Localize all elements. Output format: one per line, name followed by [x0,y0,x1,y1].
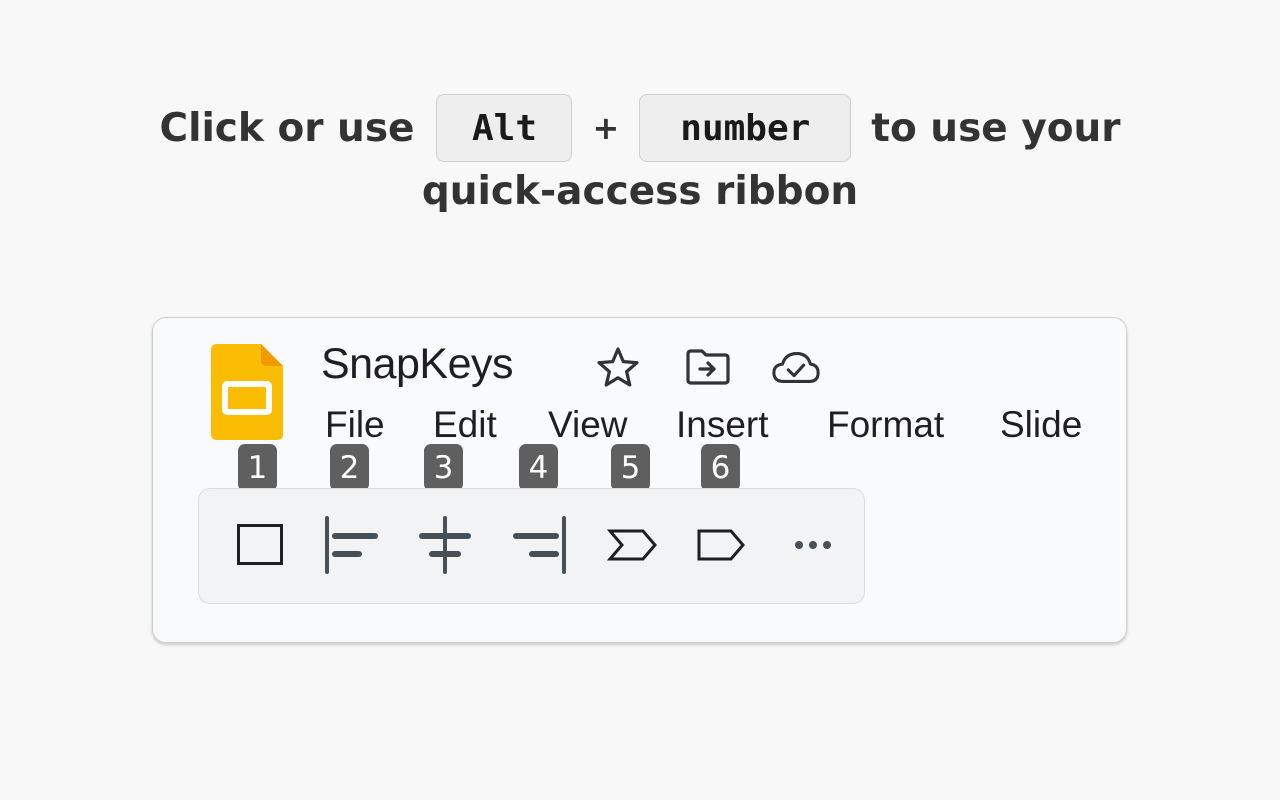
slides-window-preview: SnapKeys File Edit View Insert Format Sl… [152,317,1127,643]
alt-key: Alt [436,94,573,162]
menu-format[interactable]: Format [827,404,944,446]
cloud-saved-icon[interactable] [771,345,821,389]
shortcut-badge: 5 [611,444,650,491]
headline-line-2: quick-access ribbon [421,169,859,214]
rectangle-shape-icon [237,524,283,565]
align-center-button[interactable] [407,507,483,583]
align-right-button[interactable] [503,507,579,583]
more-options-button[interactable] [775,507,851,583]
menu-insert[interactable]: Insert [676,404,769,446]
star-icon[interactable] [593,345,643,389]
headline: Click or use Alt + number to use your qu… [0,90,1280,226]
slides-logo-icon [211,344,283,440]
shortcut-badge: 6 [701,444,740,491]
more-options-icon [795,541,831,549]
shortcut-badge: 3 [424,444,463,491]
shortcut-badge: 4 [519,444,558,491]
headline-suffix: to use your [871,105,1121,151]
shortcut-badge: 1 [238,444,277,491]
pentagon-shape-button[interactable] [683,507,759,583]
menu-view[interactable]: View [548,404,628,446]
number-key: number [639,94,852,162]
chevron-shape-button[interactable] [595,507,671,583]
rectangle-shape-button[interactable] [222,507,298,583]
menu-edit[interactable]: Edit [433,404,497,446]
document-title[interactable]: SnapKeys [321,340,514,389]
move-to-folder-icon[interactable] [683,345,733,389]
headline-line-1: Click or use Alt + number to use your [0,90,1280,166]
align-right-icon [513,516,566,574]
align-center-icon [419,516,471,574]
shortcut-badge: 2 [330,444,369,491]
align-left-icon [325,516,378,574]
headline-prefix: Click or use [159,105,415,151]
pentagon-shape-icon [697,529,745,561]
menu-slide[interactable]: Slide [1000,404,1082,446]
align-left-button[interactable] [312,507,388,583]
plus-sign: + [592,109,620,147]
menu-file[interactable]: File [325,404,385,446]
chevron-shape-icon [607,529,657,561]
quick-access-ribbon [198,488,865,604]
